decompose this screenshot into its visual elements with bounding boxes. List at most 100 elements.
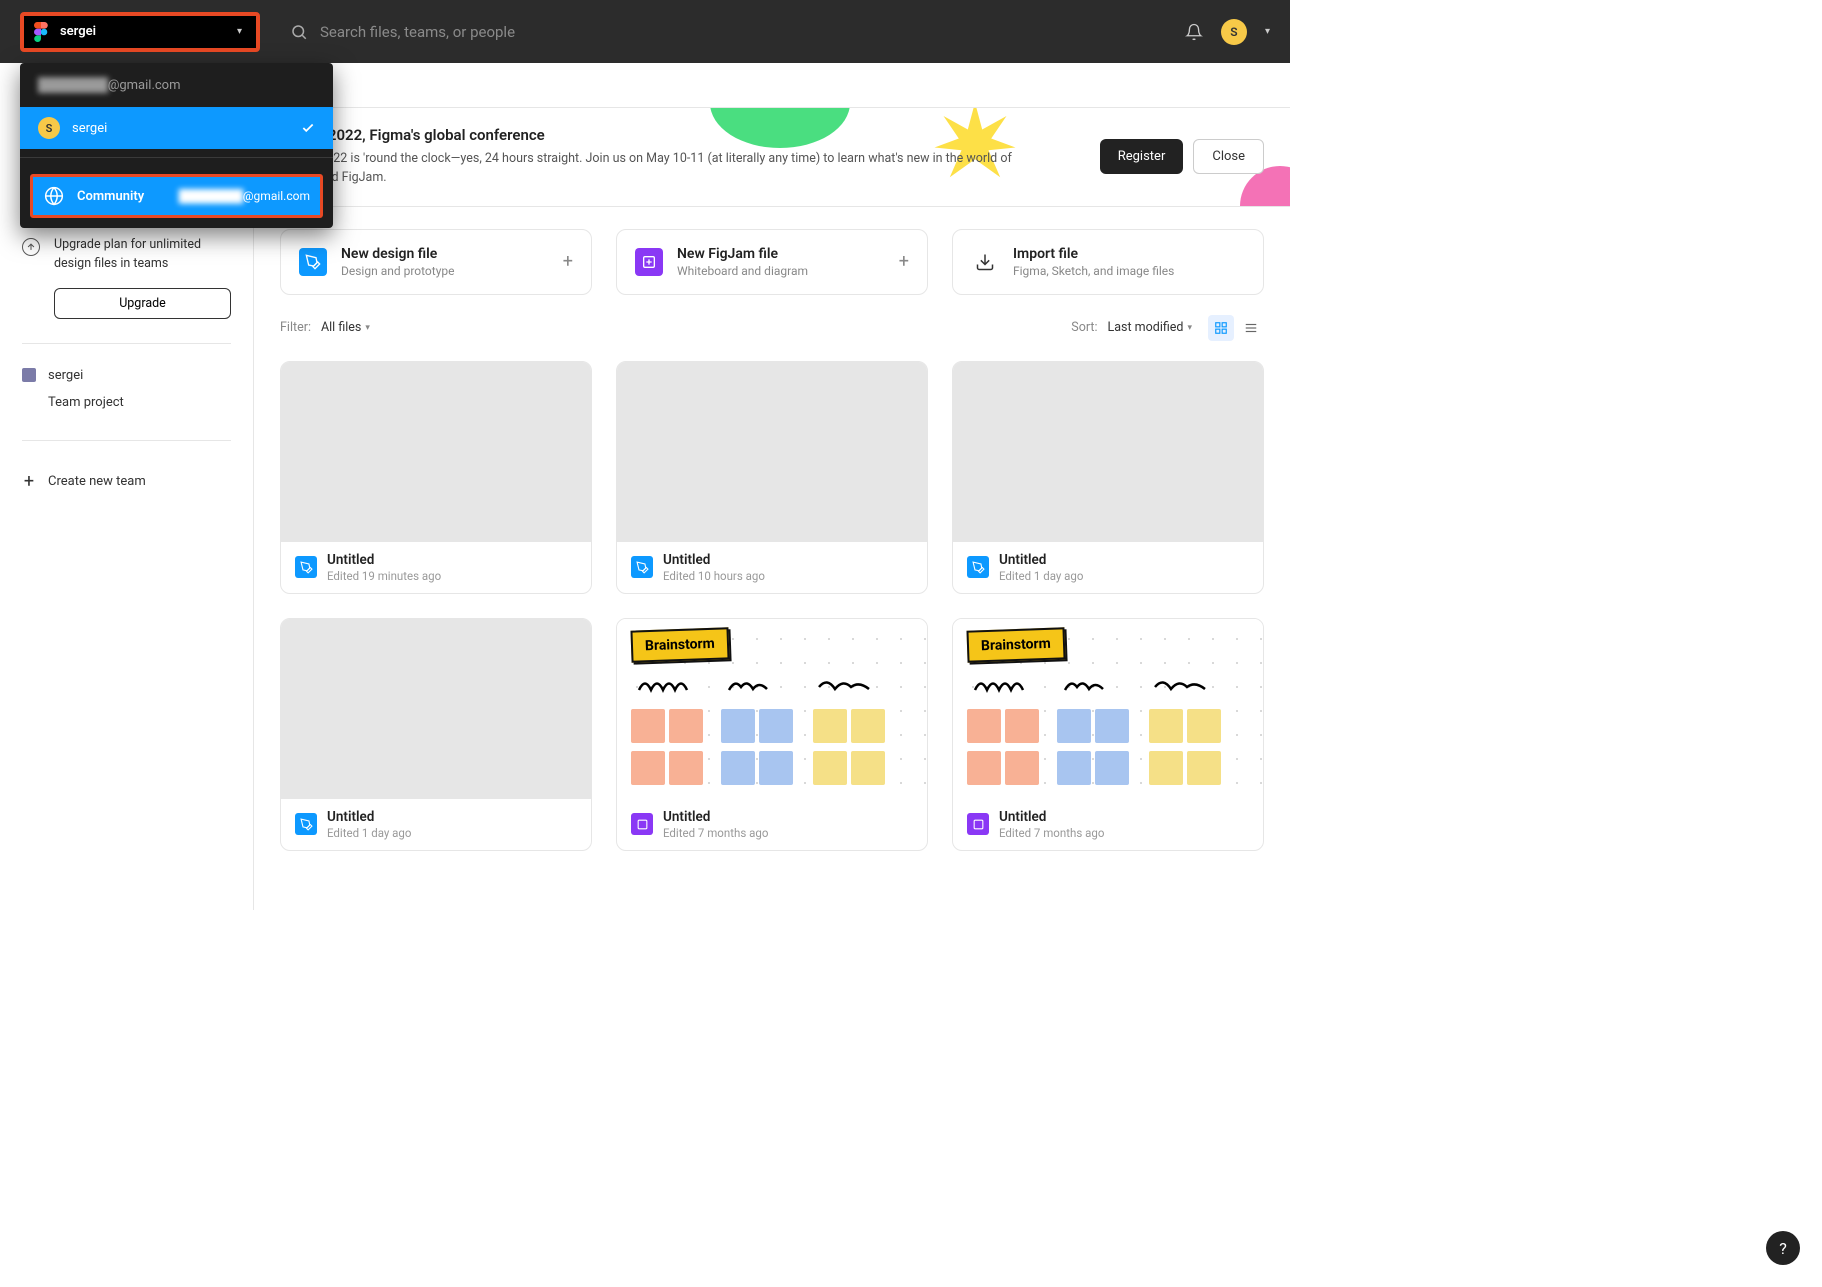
import-file-card[interactable]: Import file Figma, Sketch, and image fil…: [952, 229, 1264, 295]
file-thumbnail: [281, 362, 591, 542]
file-card[interactable]: Untitled Edited 1 day ago: [280, 618, 592, 851]
chevron-down-icon: ▾: [237, 26, 242, 37]
create-new-team[interactable]: + Create new team: [22, 465, 231, 498]
plus-icon: +: [563, 251, 573, 272]
file-title: Untitled: [327, 552, 441, 568]
file-card[interactable]: Brainstorm Untitled Edited 7 months ago: [616, 618, 928, 851]
sort-value[interactable]: Last modified ▾: [1108, 320, 1193, 335]
sort-label: Sort:: [1071, 320, 1097, 335]
banner-desc: Config 2022 is 'round the clock—yes, 24 …: [280, 150, 1020, 188]
account-switcher[interactable]: sergei ▾: [20, 12, 260, 52]
action-subtitle: Whiteboard and diagram: [677, 264, 885, 278]
design-file-icon: [299, 248, 327, 276]
file-meta: Edited 19 minutes ago: [327, 569, 441, 583]
config-banner: Config 2022, Figma's global conference C…: [254, 108, 1290, 207]
search-icon: [290, 23, 308, 41]
community-email: ████████@gmail.com: [179, 189, 310, 203]
close-button[interactable]: Close: [1193, 139, 1264, 174]
account-dropdown: ████████@gmail.com S sergei Community ██…: [20, 63, 333, 228]
file-info: Untitled Edited 1 day ago: [953, 542, 1263, 593]
new-figjam-file-card[interactable]: New FigJam file Whiteboard and diagram +: [616, 229, 928, 295]
figjam-file-icon: [631, 813, 653, 835]
action-subtitle: Figma, Sketch, and image files: [1013, 264, 1245, 278]
topbar-right: S ▾: [1185, 19, 1270, 45]
sidebar-team[interactable]: sergei: [22, 362, 231, 389]
filter-value[interactable]: All files ▾: [321, 320, 370, 335]
brainstorm-sticky: Brainstorm: [966, 627, 1065, 662]
file-thumbnail: [281, 619, 591, 799]
file-meta: Edited 1 day ago: [999, 569, 1083, 583]
brainstorm-sticky: Brainstorm: [630, 627, 729, 662]
file-title: Untitled: [999, 552, 1083, 568]
file-thumbnail: [617, 362, 927, 542]
list-view-button[interactable]: [1238, 315, 1264, 341]
file-card[interactable]: Untitled Edited 10 hours ago: [616, 361, 928, 594]
file-title: Untitled: [327, 809, 411, 825]
bell-icon[interactable]: [1185, 23, 1203, 41]
file-thumbnail: [953, 362, 1263, 542]
team-name: sergei: [48, 368, 83, 383]
file-card[interactable]: Brainstorm Untitled Edited 7 months ago: [952, 618, 1264, 851]
chevron-down-icon: ▾: [365, 323, 370, 333]
file-thumbnail: Brainstorm: [617, 619, 927, 799]
file-info: Untitled Edited 7 months ago: [617, 799, 927, 850]
figjam-file-icon: [635, 248, 663, 276]
new-design-file-card[interactable]: New design file Design and prototype +: [280, 229, 592, 295]
import-file-icon: [971, 248, 999, 276]
dropdown-item-label: sergei: [72, 121, 107, 136]
action-title: New FigJam file: [677, 246, 885, 262]
file-meta: Edited 7 months ago: [999, 826, 1104, 840]
deleted-bar: Deleted: [254, 63, 1290, 108]
search-input[interactable]: [320, 23, 720, 41]
file-info: Untitled Edited 10 hours ago: [617, 542, 927, 593]
plus-icon: +: [899, 251, 909, 272]
design-file-icon: [295, 813, 317, 835]
file-title: Untitled: [663, 552, 765, 568]
file-thumbnail: Brainstorm: [953, 619, 1263, 799]
globe-icon: [43, 185, 65, 207]
file-title: Untitled: [663, 809, 768, 825]
filter-label: Filter:: [280, 320, 311, 335]
dropdown-item-sergei[interactable]: S sergei: [20, 107, 333, 149]
file-meta: Edited 1 day ago: [327, 826, 411, 840]
design-file-icon: [967, 556, 989, 578]
file-meta: Edited 10 hours ago: [663, 569, 765, 583]
account-name: sergei: [60, 24, 227, 39]
filter-row: Filter: All files ▾ Sort: Last modified …: [254, 305, 1290, 355]
chevron-down-icon[interactable]: ▾: [1265, 26, 1270, 37]
upgrade-button[interactable]: Upgrade: [54, 288, 231, 319]
design-file-icon: [295, 556, 317, 578]
dropdown-separator: [20, 157, 333, 158]
community-label: Community: [77, 189, 144, 204]
plus-icon: +: [22, 471, 36, 492]
sidebar-divider: [22, 440, 231, 441]
upgrade-icon: [22, 238, 40, 256]
avatar-top[interactable]: S: [1221, 19, 1247, 45]
avatar-icon: S: [38, 117, 60, 139]
register-button[interactable]: Register: [1100, 139, 1184, 174]
file-card[interactable]: Untitled Edited 19 minutes ago: [280, 361, 592, 594]
team-color-icon: [22, 368, 36, 382]
design-file-icon: [631, 556, 653, 578]
upgrade-text: Upgrade plan for unlimited design files …: [54, 236, 231, 274]
chevron-down-icon: ▾: [1187, 323, 1192, 333]
action-title: Import file: [1013, 246, 1245, 262]
dropdown-community[interactable]: Community ████████@gmail.com: [30, 174, 323, 218]
sidebar-upgrade: Upgrade plan for unlimited design files …: [22, 236, 231, 274]
main: Deleted Config 2022, Figma's global conf…: [254, 63, 1290, 910]
help-button[interactable]: ?: [1766, 1231, 1800, 1265]
dropdown-email: ████████@gmail.com: [20, 63, 333, 107]
file-info: Untitled Edited 19 minutes ago: [281, 542, 591, 593]
action-title: New design file: [341, 246, 549, 262]
search-wrap: [290, 23, 1185, 41]
sidebar-project[interactable]: Team project: [22, 389, 231, 416]
file-info: Untitled Edited 1 day ago: [281, 799, 591, 850]
grid-view-button[interactable]: [1208, 315, 1234, 341]
file-card[interactable]: Untitled Edited 1 day ago: [952, 361, 1264, 594]
file-title: Untitled: [999, 809, 1104, 825]
file-info: Untitled Edited 7 months ago: [953, 799, 1263, 850]
figjam-file-icon: [967, 813, 989, 835]
action-subtitle: Design and prototype: [341, 264, 549, 278]
check-icon: [301, 121, 315, 135]
file-grid: Untitled Edited 19 minutes ago Untitled …: [254, 355, 1290, 877]
